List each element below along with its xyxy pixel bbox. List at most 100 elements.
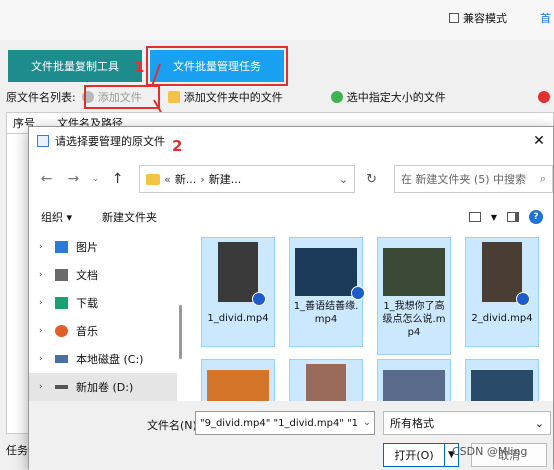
expand-icon[interactable]: › <box>39 326 47 336</box>
video-thumbnail <box>306 364 346 401</box>
remove-icon[interactable] <box>538 91 550 103</box>
file-name: 1_divid.mp4 <box>207 313 269 324</box>
file-item[interactable] <box>201 359 275 401</box>
file-grid: 1_divid.mp4 1_善语结善缘.mp4 1_我想你了高级点怎么说.mp4… <box>199 237 554 401</box>
back-button[interactable]: ← <box>35 167 58 191</box>
chevron-down-icon[interactable]: ⌄ <box>339 173 354 186</box>
address-bar[interactable]: « 新... › 新建... ⌄ <box>139 165 356 193</box>
downloads-icon <box>55 297 68 309</box>
file-item[interactable]: 1_divid.mp4 <box>201 237 275 347</box>
video-thumbnail <box>295 248 365 300</box>
nav-item-label: 下载 <box>76 297 98 310</box>
nav-item-drive-c[interactable]: › 本地磁盘 (C:) <box>29 345 177 373</box>
chevron-down-icon[interactable]: ▼ <box>491 213 497 222</box>
close-icon: ✕ <box>533 133 545 149</box>
video-thumbnail <box>383 248 445 296</box>
file-item[interactable]: 1_善语结善缘.mp4 <box>289 237 365 347</box>
file-item[interactable] <box>289 359 363 401</box>
breadcrumb-separator-icon[interactable]: › <box>200 173 204 186</box>
video-thumbnail <box>383 370 445 401</box>
checkbox-box[interactable] <box>449 13 459 23</box>
file-item[interactable] <box>465 359 539 401</box>
expand-icon[interactable]: › <box>39 354 47 364</box>
video-play-icon <box>516 292 530 306</box>
expand-icon[interactable]: › <box>39 382 47 392</box>
arrow-up-icon: ↑ <box>111 171 124 187</box>
recent-locations-button[interactable]: ⌄ <box>89 167 102 191</box>
annotation-highlight-add-file <box>84 85 160 109</box>
search-icon: ⌕ <box>539 172 546 185</box>
breadcrumb-segment-2[interactable]: 新建... <box>209 171 242 187</box>
filename-label: 文件名(N): <box>147 419 201 432</box>
open-button[interactable]: 打开(O) ▼ <box>383 443 459 467</box>
command-bar: 组织 ▾ 新建文件夹 ▼ ? <box>29 205 553 229</box>
search-placeholder: 在 新建文件夹 (5) 中搜索 <box>400 173 527 186</box>
navigation-scrollbar[interactable] <box>179 233 183 401</box>
nav-item-label: 文档 <box>76 269 98 282</box>
video-thumbnail <box>471 370 533 401</box>
change-view-icon[interactable] <box>468 212 481 222</box>
up-button[interactable]: ↑ <box>106 167 129 191</box>
watermark: CSDN @Mling <box>452 445 528 458</box>
expand-icon[interactable]: › <box>39 270 47 280</box>
help-icon[interactable]: ? <box>529 210 543 224</box>
file-name: 1_善语结善缘.mp4 <box>293 301 359 325</box>
expand-icon[interactable]: › <box>39 298 47 308</box>
nav-item-pictures[interactable]: › 图片 <box>29 233 177 261</box>
organize-menu[interactable]: 组织 ▾ <box>41 209 72 225</box>
chevron-down-icon: ⌄ <box>363 418 371 428</box>
filename-input[interactable]: "9_divid.mp4" "1_divid.mp4" "1 <box>195 411 375 435</box>
compat-mode-checkbox[interactable]: 兼容模式 <box>449 10 507 26</box>
open-file-dialog: 请选择要管理的原文件 ✕ ← → ⌄ ↑ « 新... › 新建... ⌄ ↻ … <box>28 126 554 470</box>
filename-dropdown[interactable]: ⌄ <box>361 412 373 434</box>
dialog-title: 请选择要管理的原文件 <box>55 135 165 148</box>
nav-item-label: 本地磁盘 (C:) <box>76 353 144 366</box>
expand-icon[interactable]: › <box>39 242 47 252</box>
breadcrumb-segment-1[interactable]: 新... <box>175 171 197 187</box>
compat-mode-label: 兼容模式 <box>463 12 507 25</box>
app-icon <box>37 135 49 147</box>
music-icon <box>55 325 68 337</box>
file-item[interactable] <box>377 359 451 401</box>
drive-icon <box>55 385 68 389</box>
arrow-right-icon: → <box>67 171 80 187</box>
nav-item-label: 音乐 <box>76 325 98 338</box>
nav-item-drive-d[interactable]: › 新加卷 (D:) <box>29 373 177 401</box>
drive-icon <box>55 355 68 363</box>
nav-item-downloads[interactable]: › 下载 <box>29 289 177 317</box>
overflow-chevron-icon[interactable]: « <box>164 173 171 186</box>
scrollbar-thumb[interactable] <box>179 305 182 359</box>
select-size-label: 选中指定大小的文件 <box>346 91 446 104</box>
file-item[interactable]: 2_divid.mp4 <box>465 237 539 347</box>
nav-item-documents[interactable]: › 文档 <box>29 261 177 289</box>
nav-item-label: 新加卷 (D:) <box>76 381 134 394</box>
video-thumbnail <box>482 242 530 306</box>
preview-pane-icon[interactable] <box>507 212 519 222</box>
annotation-arrow-1 <box>151 63 161 87</box>
nav-item-music[interactable]: › 音乐 <box>29 317 177 345</box>
tab-file-copy[interactable]: 文件批量复制工具 <box>8 50 142 82</box>
file-item[interactable]: 1_我想你了高级点怎么说.mp4 <box>377 237 451 355</box>
chevron-down-icon: ⌄ <box>91 174 100 184</box>
close-button[interactable]: ✕ <box>529 131 549 151</box>
dialog-footer: 文件名(N): "9_divid.mp4" "1_divid.mp4" "1 ⌄… <box>29 401 553 470</box>
forward-button[interactable]: → <box>62 167 85 191</box>
file-name: 2_divid.mp4 <box>471 313 533 324</box>
home-link-fragment[interactable]: 首 <box>540 10 551 26</box>
video-play-icon <box>351 286 365 300</box>
pictures-icon <box>55 241 68 253</box>
nav-item-label: 图片 <box>76 241 98 254</box>
file-type-select[interactable]: 所有格式 ⌄ <box>383 411 551 435</box>
file-type-value: 所有格式 <box>390 417 434 430</box>
search-input[interactable]: 在 新建文件夹 (5) 中搜索 ⌕ <box>393 165 553 193</box>
refresh-icon: ↻ <box>366 171 377 187</box>
select-size-button[interactable]: 选中指定大小的文件 <box>330 89 446 105</box>
add-folder-label: 添加文件夹中的文件 <box>183 91 283 104</box>
annotation-step-2: 2 <box>172 137 183 155</box>
open-button-label: 打开(O) <box>394 449 434 462</box>
annotation-step-1: 1 <box>134 58 145 76</box>
new-folder-button[interactable]: 新建文件夹 <box>102 209 157 225</box>
refresh-button[interactable]: ↻ <box>359 165 384 193</box>
file-name: 1_我想你了高级点怎么说.mp4 <box>382 301 446 338</box>
navigation-pane: › 图片 › 文档 › 下载 › 音乐 › 本地磁盘 (C:) › 新加卷 (D… <box>29 233 177 401</box>
